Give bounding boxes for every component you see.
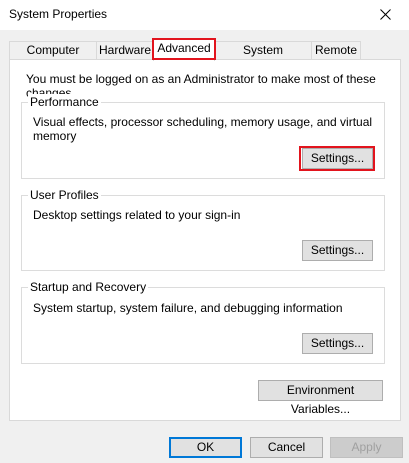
button-label: Apply [351,440,382,454]
cancel-button[interactable]: Cancel [250,437,323,458]
button-label: Settings... [310,151,365,165]
button-label: Environment Variables... [286,383,355,416]
startup-recovery-description: System startup, system failure, and debu… [33,301,343,315]
user-profiles-title: User Profiles [28,187,101,203]
close-icon [380,9,391,20]
tab-remote[interactable]: Remote [311,41,361,60]
close-button[interactable] [363,0,409,30]
button-label: OK [196,440,215,454]
startup-recovery-settings-button[interactable]: Settings... [302,333,373,354]
tab-system-protection[interactable]: System Protection [214,41,312,74]
user-profiles-description: Desktop settings related to your sign-in [33,208,241,222]
apply-button[interactable]: Apply [330,437,403,458]
performance-settings-button[interactable]: Settings... [302,148,373,169]
button-label: Settings... [310,243,365,257]
startup-recovery-title: Startup and Recovery [28,279,149,295]
environment-variables-button[interactable]: Environment Variables... [258,380,383,416]
performance-title: Performance [28,94,101,110]
tab-advanced[interactable]: Advanced [153,39,215,61]
performance-description: Visual effects, processor scheduling, me… [33,115,373,143]
tab-label: Advanced [157,41,211,55]
tab-hardware[interactable]: Hardware [96,41,154,60]
title-bar: System Properties [0,0,409,30]
ok-button[interactable]: OK [169,437,242,458]
button-label: Settings... [310,336,365,350]
tab-label: Hardware [98,43,152,57]
system-properties-window: System Properties Computer Name Hardware… [0,0,409,463]
user-profiles-settings-button[interactable]: Settings... [302,240,373,261]
window-title: System Properties [9,7,108,21]
tab-label: Remote [314,43,358,57]
button-label: Cancel [267,440,306,454]
tab-computer-name[interactable]: Computer Name [9,41,97,74]
